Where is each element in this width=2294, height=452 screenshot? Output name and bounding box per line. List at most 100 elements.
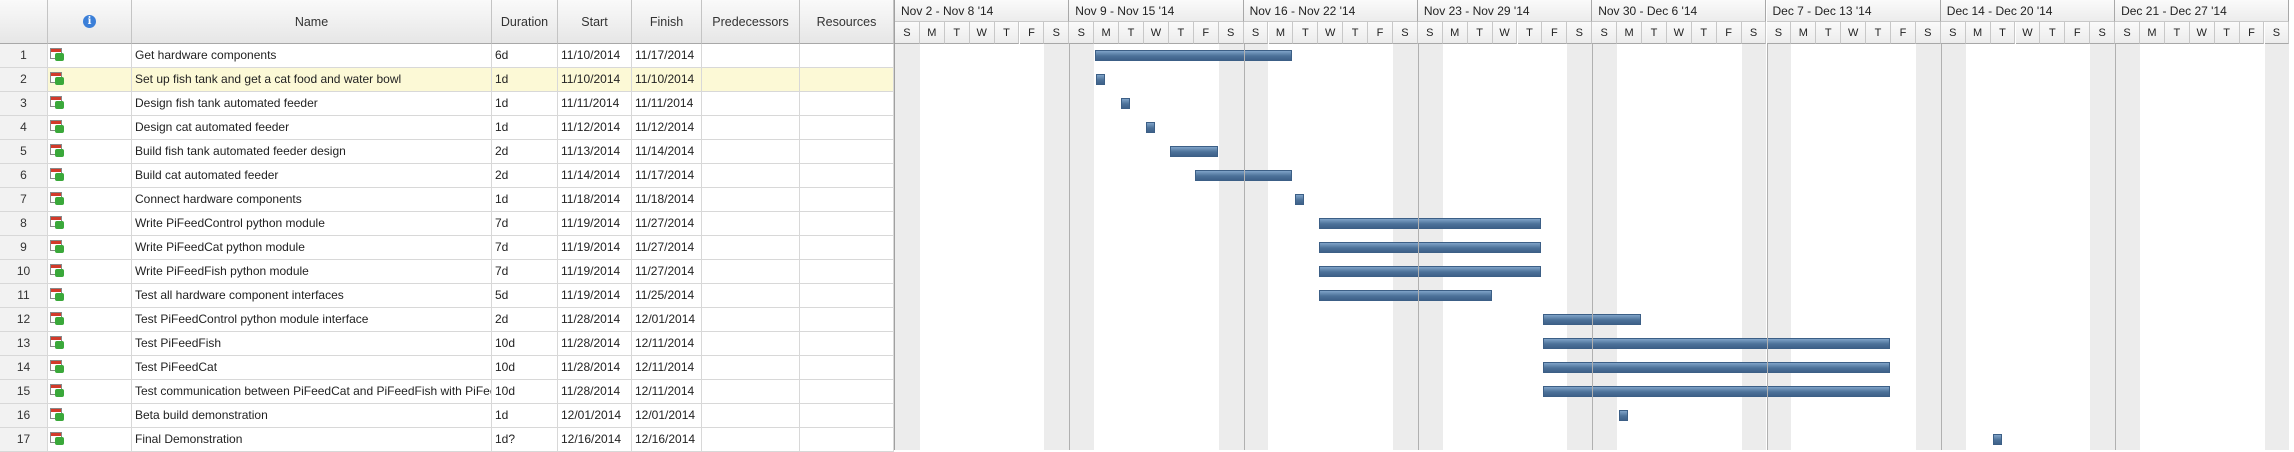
- task-name[interactable]: Design cat automated feeder: [132, 116, 492, 139]
- task-duration[interactable]: 5d: [492, 284, 558, 307]
- task-duration[interactable]: 1d: [492, 92, 558, 115]
- task-duration[interactable]: 10d: [492, 380, 558, 403]
- task-duration[interactable]: 2d: [492, 140, 558, 163]
- task-name[interactable]: Test all hardware component interfaces: [132, 284, 492, 307]
- task-start[interactable]: 11/11/2014: [558, 92, 632, 115]
- gantt-bar[interactable]: [1319, 242, 1542, 253]
- row-number[interactable]: 14: [0, 356, 48, 379]
- task-start[interactable]: 11/13/2014: [558, 140, 632, 163]
- task-resources[interactable]: [800, 284, 894, 307]
- task-duration[interactable]: 10d: [492, 332, 558, 355]
- task-start[interactable]: 11/28/2014: [558, 356, 632, 379]
- task-duration[interactable]: 1d: [492, 404, 558, 427]
- task-name[interactable]: Beta build demonstration: [132, 404, 492, 427]
- task-name[interactable]: Build cat automated feeder: [132, 164, 492, 187]
- task-predecessors[interactable]: [702, 332, 800, 355]
- task-finish[interactable]: 11/14/2014: [632, 140, 702, 163]
- row-number[interactable]: 17: [0, 428, 48, 451]
- task-start[interactable]: 12/16/2014: [558, 428, 632, 451]
- task-name[interactable]: Get hardware components: [132, 44, 492, 67]
- task-duration[interactable]: 1d: [492, 188, 558, 211]
- task-finish[interactable]: 12/11/2014: [632, 332, 702, 355]
- gantt-bar[interactable]: [1295, 194, 1305, 205]
- task-finish[interactable]: 11/27/2014: [632, 236, 702, 259]
- task-predecessors[interactable]: [702, 140, 800, 163]
- task-name[interactable]: Test PiFeedFish: [132, 332, 492, 355]
- task-row[interactable]: 1 Get hardware components 6d 11/10/2014 11/1…: [0, 44, 894, 68]
- task-row[interactable]: 17 Final Demonstration 1d? 12/16/2014 12/16/…: [0, 428, 894, 452]
- task-resources[interactable]: [800, 308, 894, 331]
- task-name[interactable]: Build fish tank automated feeder design: [132, 140, 492, 163]
- row-number[interactable]: 5: [0, 140, 48, 163]
- task-row[interactable]: 6 Build cat automated feeder 2d 11/14/2014 1…: [0, 164, 894, 188]
- gantt-bar[interactable]: [1543, 338, 1890, 349]
- row-number[interactable]: 16: [0, 404, 48, 427]
- task-predecessors[interactable]: [702, 92, 800, 115]
- task-duration[interactable]: 2d: [492, 164, 558, 187]
- task-duration[interactable]: 6d: [492, 44, 558, 67]
- row-number[interactable]: 12: [0, 308, 48, 331]
- task-name[interactable]: Set up fish tank and get a cat food and …: [132, 68, 492, 91]
- finish-column-header[interactable]: Finish: [632, 0, 702, 44]
- task-name[interactable]: Write PiFeedCat python module: [132, 236, 492, 259]
- task-finish[interactable]: 11/25/2014: [632, 284, 702, 307]
- row-number[interactable]: 1: [0, 44, 48, 67]
- task-predecessors[interactable]: [702, 164, 800, 187]
- task-start[interactable]: 11/28/2014: [558, 332, 632, 355]
- task-row[interactable]: 7 Connect hardware components 1d 11/18/2014…: [0, 188, 894, 212]
- task-finish[interactable]: 12/11/2014: [632, 380, 702, 403]
- row-number[interactable]: 3: [0, 92, 48, 115]
- task-start[interactable]: 11/19/2014: [558, 260, 632, 283]
- task-resources[interactable]: [800, 332, 894, 355]
- task-name[interactable]: Write PiFeedFish python module: [132, 260, 492, 283]
- task-start[interactable]: 11/28/2014: [558, 308, 632, 331]
- task-finish[interactable]: 11/10/2014: [632, 68, 702, 91]
- task-finish[interactable]: 11/27/2014: [632, 260, 702, 283]
- task-resources[interactable]: [800, 380, 894, 403]
- gantt-bar[interactable]: [1121, 98, 1131, 109]
- task-resources[interactable]: [800, 428, 894, 451]
- task-predecessors[interactable]: [702, 308, 800, 331]
- indicators-column-header[interactable]: i: [48, 0, 132, 44]
- row-number[interactable]: 2: [0, 68, 48, 91]
- gantt-bar[interactable]: [1619, 410, 1629, 421]
- task-finish[interactable]: 12/01/2014: [632, 308, 702, 331]
- task-finish[interactable]: 12/01/2014: [632, 404, 702, 427]
- row-number[interactable]: 8: [0, 212, 48, 235]
- task-predecessors[interactable]: [702, 356, 800, 379]
- task-resources[interactable]: [800, 140, 894, 163]
- predecessors-column-header[interactable]: Predecessors: [702, 0, 800, 44]
- task-predecessors[interactable]: [702, 404, 800, 427]
- task-row[interactable]: 4 Design cat automated feeder 1d 11/12/2014…: [0, 116, 894, 140]
- task-duration[interactable]: 10d: [492, 356, 558, 379]
- task-name[interactable]: Test PiFeedControl python module interfa…: [132, 308, 492, 331]
- task-row[interactable]: 2 Set up fish tank and get a cat food and…: [0, 68, 894, 92]
- gantt-bar[interactable]: [1992, 434, 2002, 445]
- task-name[interactable]: Design fish tank automated feeder: [132, 92, 492, 115]
- task-predecessors[interactable]: [702, 44, 800, 67]
- task-predecessors[interactable]: [702, 260, 800, 283]
- task-duration[interactable]: 7d: [492, 260, 558, 283]
- task-resources[interactable]: [800, 164, 894, 187]
- task-resources[interactable]: [800, 92, 894, 115]
- task-finish[interactable]: 11/17/2014: [632, 44, 702, 67]
- task-row[interactable]: 11 Test all hardware component interfaces…: [0, 284, 894, 308]
- row-number[interactable]: 15: [0, 380, 48, 403]
- task-row[interactable]: 15 Test communication between PiFeedCat a…: [0, 380, 894, 404]
- task-resources[interactable]: [800, 404, 894, 427]
- task-predecessors[interactable]: [702, 212, 800, 235]
- task-name[interactable]: Test PiFeedCat: [132, 356, 492, 379]
- task-row[interactable]: 3 Design fish tank automated feeder 1d 11/1…: [0, 92, 894, 116]
- row-number[interactable]: 10: [0, 260, 48, 283]
- name-column-header[interactable]: Name: [132, 0, 492, 44]
- task-row[interactable]: 16 Beta build demonstration 1d 12/01/2014 12…: [0, 404, 894, 428]
- gantt-bar[interactable]: [1169, 146, 1218, 157]
- row-number-header[interactable]: [0, 0, 48, 44]
- task-start[interactable]: 11/19/2014: [558, 212, 632, 235]
- task-start[interactable]: 11/18/2014: [558, 188, 632, 211]
- task-duration[interactable]: 7d: [492, 236, 558, 259]
- task-name[interactable]: Connect hardware components: [132, 188, 492, 211]
- task-row[interactable]: 14 Test PiFeedCat 10d 11/28/2014 12/11/2014: [0, 356, 894, 380]
- task-duration[interactable]: 2d: [492, 308, 558, 331]
- row-number[interactable]: 13: [0, 332, 48, 355]
